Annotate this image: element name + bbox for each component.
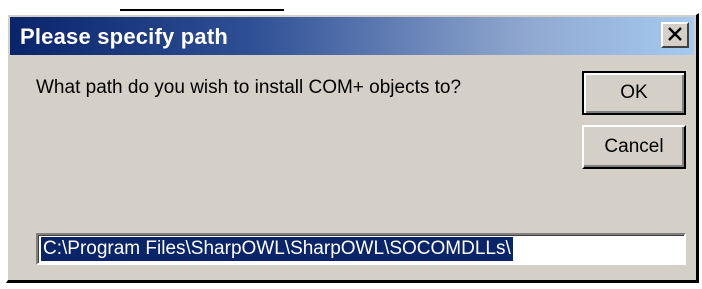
path-input-value: C:\Program Files\SharpOWL\SharpOWL\SOCOM… bbox=[41, 237, 513, 261]
title-bar[interactable]: Please specify path bbox=[10, 17, 694, 55]
ok-button-label: OK bbox=[620, 82, 648, 103]
prompt-label: What path do you wish to install COM+ ob… bbox=[36, 77, 462, 98]
background-window-edge bbox=[120, 0, 284, 11]
cancel-button-label: Cancel bbox=[604, 136, 664, 157]
path-input[interactable]: C:\Program Files\SharpOWL\SharpOWL\SOCOM… bbox=[36, 233, 686, 265]
specify-path-dialog: Please specify path What path do you wis… bbox=[6, 13, 699, 283]
ok-button[interactable]: OK bbox=[582, 71, 686, 115]
cancel-button[interactable]: Cancel bbox=[582, 125, 686, 169]
screenshot-canvas: Please specify path What path do you wis… bbox=[0, 0, 702, 289]
window-title: Please specify path bbox=[20, 24, 229, 49]
close-button[interactable] bbox=[661, 22, 689, 48]
close-icon bbox=[667, 26, 683, 45]
